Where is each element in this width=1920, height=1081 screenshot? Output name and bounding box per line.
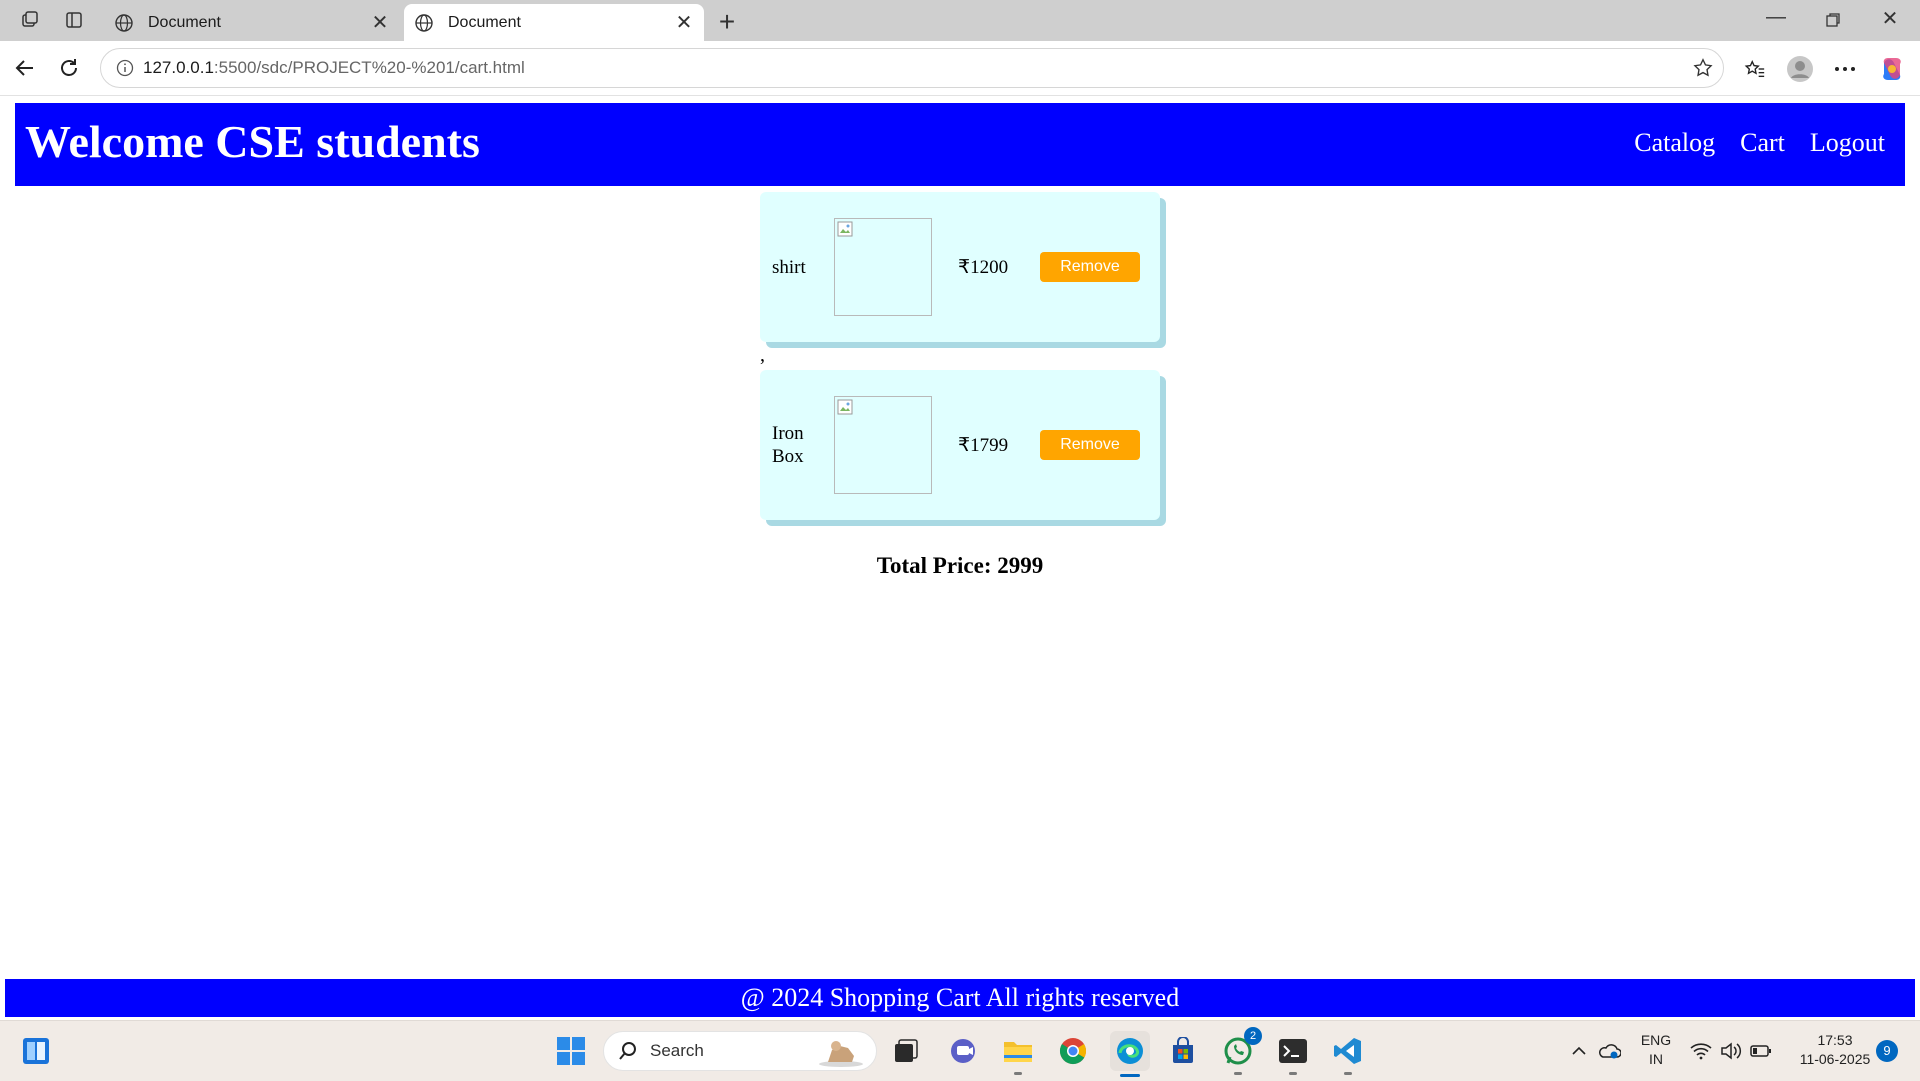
terminal-icon[interactable] xyxy=(1275,1033,1311,1075)
item-price: ₹1799 xyxy=(958,434,1009,456)
new-tab-button[interactable]: + xyxy=(712,6,742,38)
cart-list: shirt ₹1200 Remove , Iron Box ₹1799 Remo… xyxy=(760,192,1168,520)
tab-document-2[interactable]: Document ✕ xyxy=(404,4,704,41)
clock-time: 17:53 xyxy=(1817,1032,1853,1048)
browser-toolbar: 127.0.0.1:5500/sdc/PROJECT%20-%201/cart.… xyxy=(0,41,1920,96)
vscode-icon[interactable] xyxy=(1330,1033,1366,1075)
url-path: :5500/sdc/PROJECT%20-%201/cart.html xyxy=(213,58,525,77)
chrome-icon[interactable] xyxy=(1055,1033,1091,1069)
restore-button[interactable] xyxy=(1813,6,1853,34)
task-view-icon[interactable] xyxy=(888,1033,924,1069)
close-tab-icon[interactable]: ✕ xyxy=(366,10,394,35)
item-image xyxy=(834,396,932,494)
region-code: IN xyxy=(1649,1051,1663,1067)
system-clock[interactable]: 17:53 11-06-2025 xyxy=(1790,1031,1880,1069)
close-window-button[interactable]: ✕ xyxy=(1870,6,1910,31)
onedrive-icon[interactable] xyxy=(1596,1033,1622,1069)
taskbar: Search 2 ENG IN 17:53 11-06-2025 9 xyxy=(0,1020,1920,1081)
cart-item: shirt ₹1200 Remove xyxy=(760,192,1160,342)
url-text: 127.0.0.1:5500/sdc/PROJECT%20-%201/cart.… xyxy=(143,58,1683,78)
nav-link-cart[interactable]: Cart xyxy=(1740,128,1785,158)
url-host: 127.0.0.1 xyxy=(143,58,214,77)
page-title: Welcome CSE students xyxy=(25,116,480,167)
site-nav: Catalog Cart Logout xyxy=(1634,128,1885,158)
site-footer: @ 2024 Shopping Cart All rights reserved xyxy=(5,979,1915,1017)
cart-item: Iron Box ₹1799 Remove xyxy=(760,370,1160,520)
search-icon xyxy=(619,1042,636,1060)
running-indicator xyxy=(1120,1074,1140,1077)
item-image xyxy=(834,218,932,316)
start-windows-icon[interactable] xyxy=(553,1033,589,1069)
nav-link-logout[interactable]: Logout xyxy=(1810,128,1885,158)
site-info-icon[interactable] xyxy=(107,59,143,77)
address-bar[interactable]: 127.0.0.1:5500/sdc/PROJECT%20-%201/cart.… xyxy=(100,48,1724,88)
taskbar-search[interactable]: Search xyxy=(603,1031,877,1071)
close-tab-icon[interactable]: ✕ xyxy=(670,10,698,35)
item-separator: , xyxy=(760,344,765,366)
remove-button[interactable]: Remove xyxy=(1040,430,1140,460)
running-indicator xyxy=(1234,1072,1242,1075)
clock-date: 11-06-2025 xyxy=(1799,1051,1871,1067)
broken-image-icon xyxy=(837,221,853,237)
site-header: Welcome CSE students Catalog Cart Logout xyxy=(15,103,1905,186)
refresh-icon[interactable] xyxy=(54,53,84,83)
globe-icon xyxy=(414,12,436,34)
microsoft-store-icon[interactable] xyxy=(1165,1033,1201,1069)
whatsapp-badge: 2 xyxy=(1244,1027,1262,1045)
broken-image-icon xyxy=(837,399,853,415)
total-price: Total Price: 2999 xyxy=(876,553,1044,578)
browser-tab-bar: Document ✕ Document ✕ + — ✕ xyxy=(0,0,1920,41)
tab-title: Document xyxy=(448,13,521,31)
more-options-icon[interactable] xyxy=(1829,53,1861,85)
globe-icon xyxy=(114,12,136,34)
volume-icon[interactable] xyxy=(1718,1033,1744,1069)
battery-icon[interactable] xyxy=(1748,1033,1774,1069)
teams-icon[interactable] xyxy=(945,1033,981,1069)
running-indicator xyxy=(1014,1072,1022,1075)
workspaces-icon[interactable] xyxy=(16,8,44,32)
minimize-button[interactable]: — xyxy=(1756,6,1796,29)
show-hidden-icons-chevron-icon[interactable] xyxy=(1566,1033,1592,1069)
remove-button[interactable]: Remove xyxy=(1040,252,1140,282)
search-label: Search xyxy=(650,1041,704,1060)
tab-document-1[interactable]: Document ✕ xyxy=(104,4,400,41)
running-indicator xyxy=(1289,1072,1297,1075)
favorite-star-icon[interactable] xyxy=(1683,57,1723,79)
item-price: ₹1200 xyxy=(958,256,1009,278)
wifi-icon[interactable] xyxy=(1688,1033,1714,1069)
tab-title: Document xyxy=(148,13,221,31)
item-name: Iron Box xyxy=(772,423,804,467)
item-name: shirt xyxy=(772,256,806,278)
input-language[interactable]: ENG IN xyxy=(1640,1031,1672,1069)
nav-link-catalog[interactable]: Catalog xyxy=(1634,128,1715,158)
running-indicator xyxy=(1344,1072,1352,1075)
tab-actions-icon[interactable] xyxy=(60,8,88,32)
file-explorer-icon[interactable] xyxy=(1000,1033,1036,1075)
back-arrow-icon[interactable] xyxy=(10,53,40,83)
favorites-icon[interactable] xyxy=(1739,53,1771,85)
language-code: ENG xyxy=(1640,1032,1672,1048)
page-viewport: Welcome CSE students Catalog Cart Logout… xyxy=(5,96,1915,1017)
notification-count-badge[interactable]: 9 xyxy=(1876,1040,1898,1062)
edge-icon[interactable] xyxy=(1110,1031,1150,1077)
widgets-icon[interactable] xyxy=(18,1033,54,1069)
profile-avatar[interactable] xyxy=(1784,53,1816,85)
search-highlight-icon xyxy=(819,1041,863,1067)
copilot-icon[interactable] xyxy=(1876,53,1908,85)
whatsapp-icon[interactable]: 2 xyxy=(1220,1027,1262,1075)
